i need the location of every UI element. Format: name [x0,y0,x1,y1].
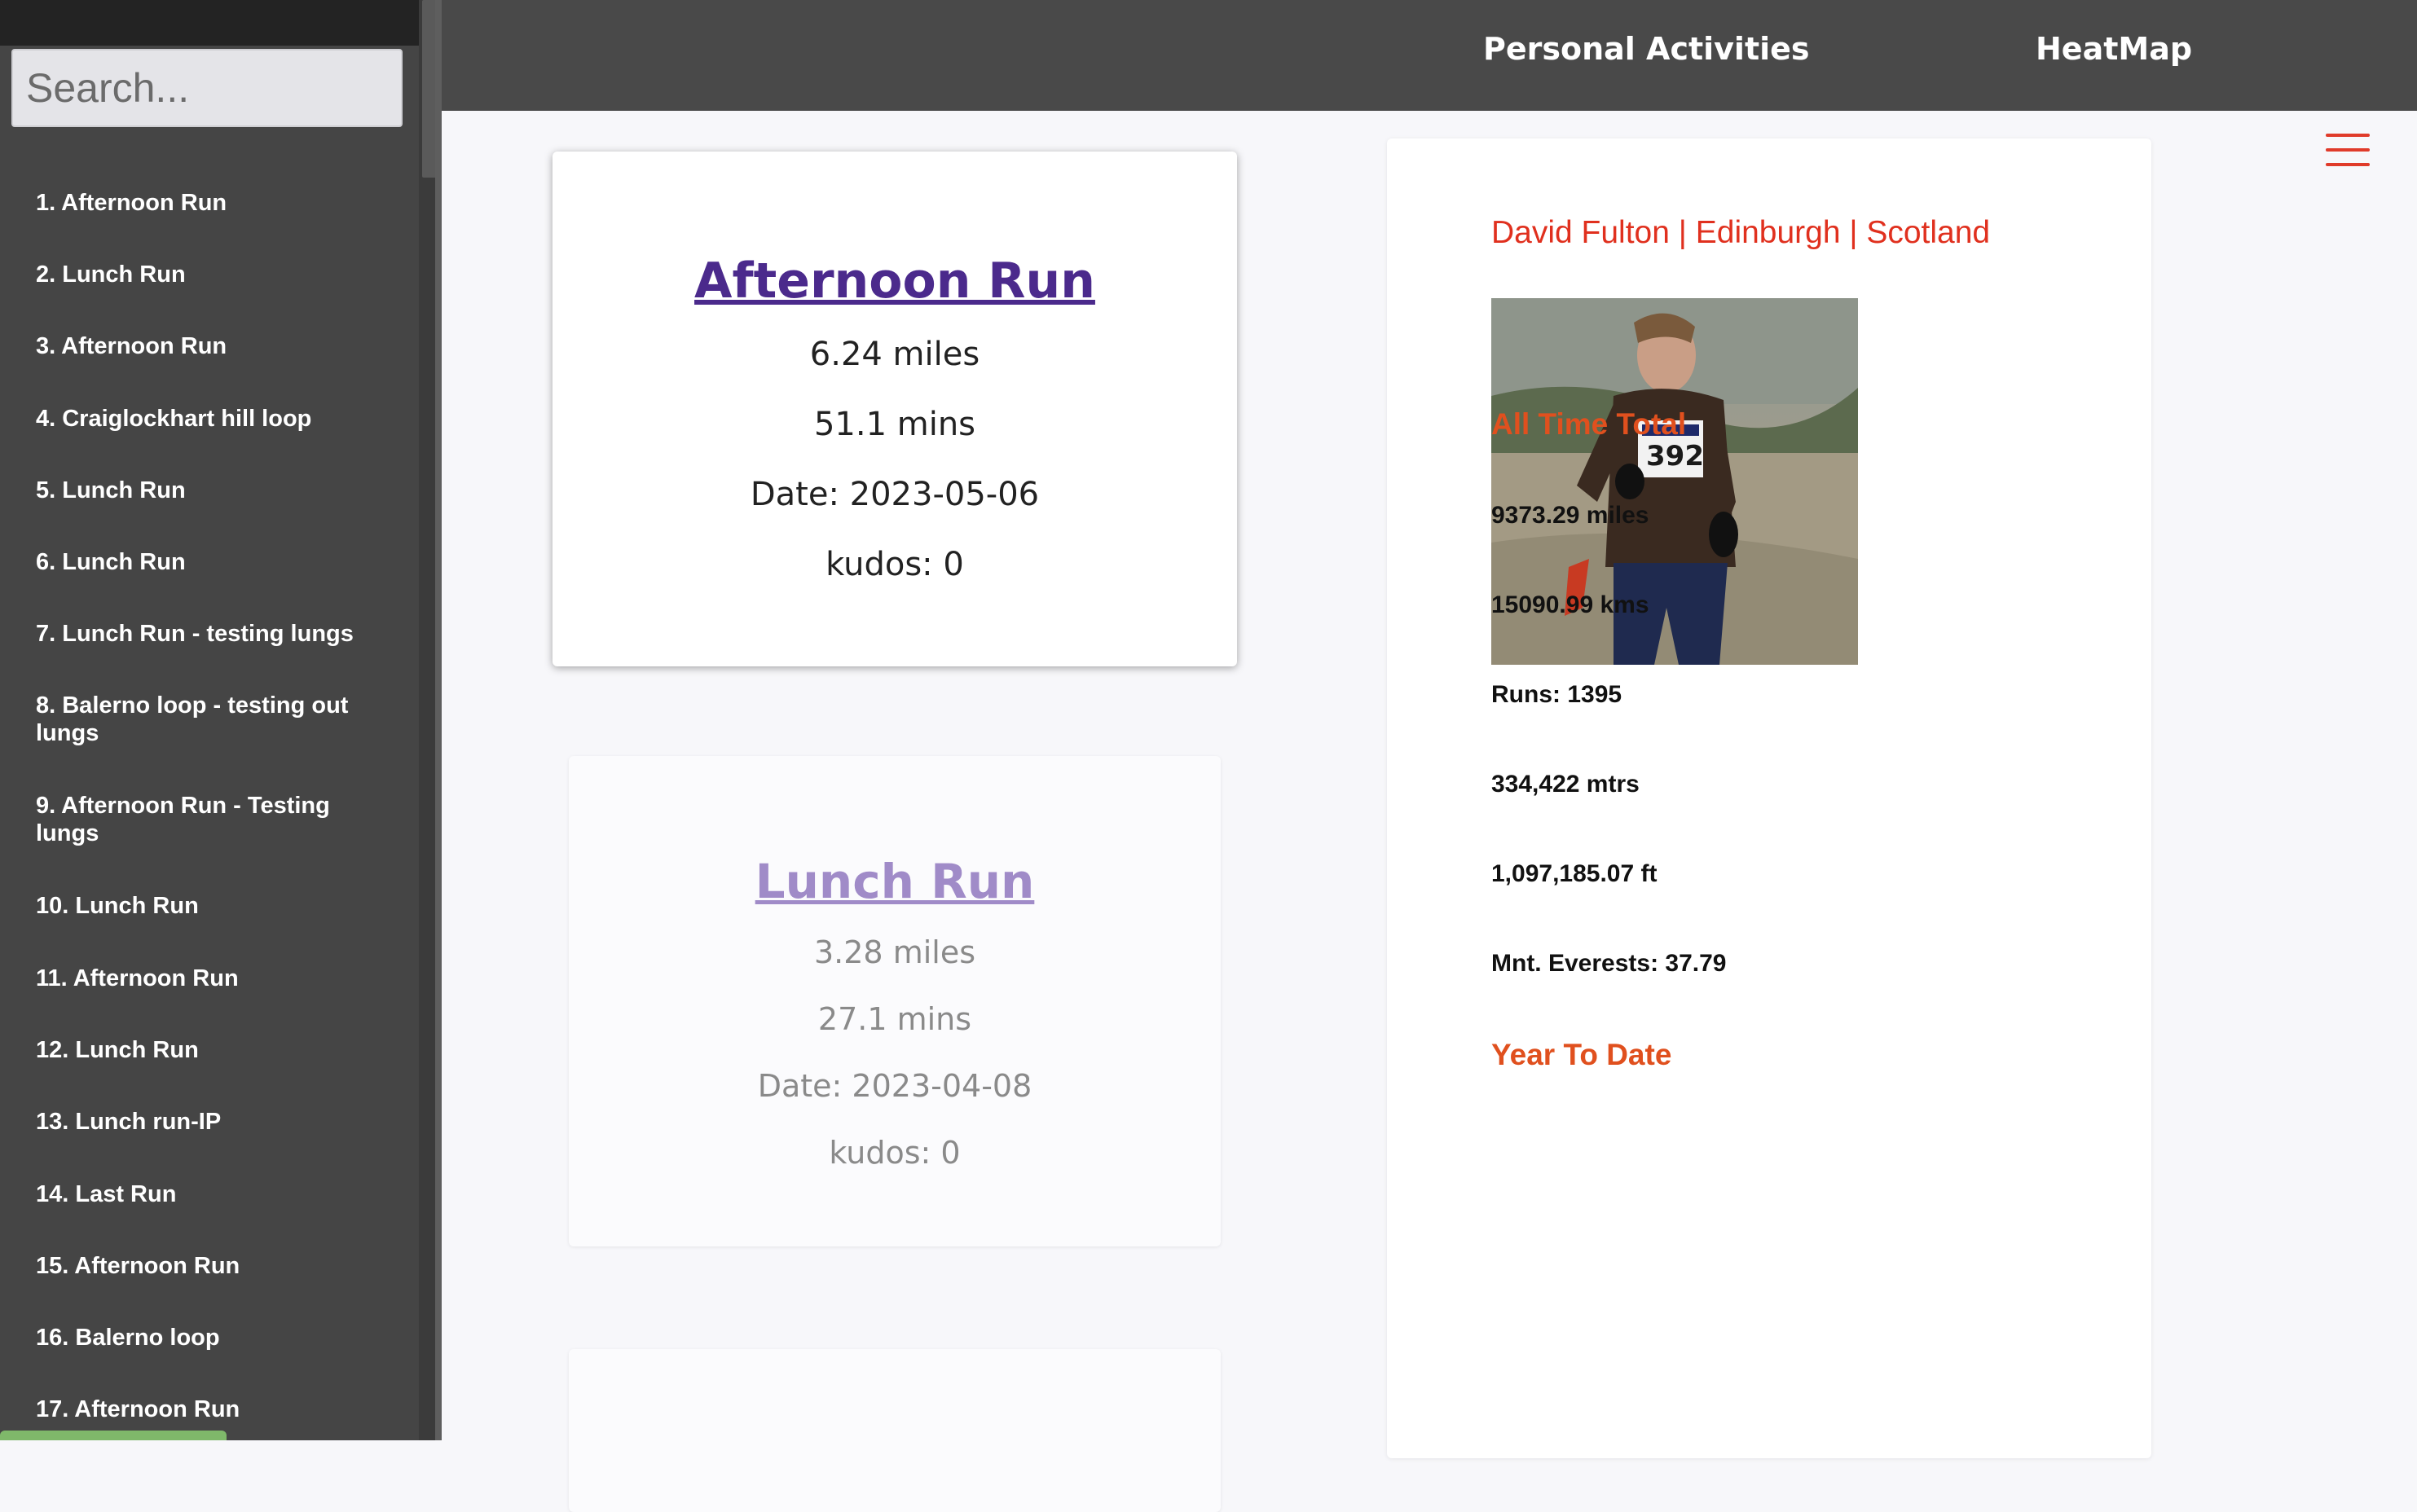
sidebar-header [0,0,419,46]
year-to-date-heading: Year To Date [1491,1038,1672,1071]
activity-title-link[interactable]: Afternoon Run [553,253,1237,310]
search-input[interactable] [11,49,403,127]
activity-date: Date: 2023-04-08 [757,1068,1032,1104]
sidebar-item-run[interactable]: 3. Afternoon Run [36,332,386,360]
sidebar-item-run[interactable]: 13. Lunch run-IP [36,1108,386,1136]
sidebar-item-run[interactable]: 2. Lunch Run [36,261,386,288]
total-elevation-mtrs: 334,422 mtrs [1491,771,1640,798]
nav-personal-activities[interactable]: Personal Activities [1483,31,1810,67]
sidebar-item-run[interactable]: 9. Afternoon Run - Testing lungs [36,792,386,847]
sidebar-divider [435,0,442,1440]
activity-duration: 51.1 mins [813,406,976,443]
activity-date: Date: 2023-05-06 [750,476,1040,513]
top-nav: Personal Activities HeatMap [442,0,2417,111]
sidebar-item-run[interactable]: 15. Afternoon Run [36,1252,386,1280]
activity-title-link[interactable]: Lunch Run [569,854,1221,909]
sidebar-item-run[interactable]: 1. Afternoon Run [36,189,386,217]
total-elevation-ft: 1,097,185.07 ft [1491,860,1658,887]
activity-kudos: kudos: 0 [825,546,964,583]
sidebar-item-run[interactable]: 10. Lunch Run [36,892,386,920]
sidebar-item-run[interactable]: 4. Craiglockhart hill loop [36,405,386,433]
all-time-total-heading: All Time Total [1491,407,1687,441]
activity-card: Lunch Run 3.28 miles 27.1 mins Date: 202… [569,756,1221,1246]
activity-kudos: kudos: 0 [829,1135,961,1171]
activity-card: Afternoon Run 6.24 miles 51.1 mins Date:… [553,152,1237,666]
total-miles: 9373.29 miles [1491,502,1649,529]
total-everests: Mnt. Everests: 37.79 [1491,950,1727,977]
sidebar-footer-bar [0,1431,227,1440]
activity-card [569,1349,1221,1512]
svg-text:392: 392 [1646,440,1704,472]
sidebar-item-run[interactable]: 12. Lunch Run [36,1036,386,1064]
sidebar-item-run[interactable]: 17. Afternoon Run [36,1396,386,1423]
total-kms: 15090.99 kms [1491,591,1649,618]
total-runs: Runs: 1395 [1491,681,1622,708]
sidebar-item-run[interactable]: 14. Last Run [36,1180,386,1208]
activity-duration: 27.1 mins [817,1001,972,1037]
sidebar-item-run[interactable]: 11. Afternoon Run [36,965,386,992]
profile-panel: David Fulton | Edinburgh | Scotland 392 … [1387,138,2151,1458]
sidebar-item-run[interactable]: 6. Lunch Run [36,548,386,576]
sidebar-item-run[interactable]: 8. Balerno loop - testing out lungs [36,692,386,747]
nav-heatmap[interactable]: HeatMap [2036,31,2192,67]
activity-distance: 6.24 miles [809,336,980,373]
profile-name: David Fulton | Edinburgh | Scotland [1491,215,1991,250]
sidebar-item-run[interactable]: 7. Lunch Run - testing lungs [36,620,386,648]
sidebar-item-run[interactable]: 5. Lunch Run [36,477,386,504]
sidebar: 1. Afternoon Run 2. Lunch Run 3. Afterno… [0,0,419,1440]
activity-distance: 3.28 miles [814,934,975,970]
hamburger-menu-icon[interactable] [2326,134,2370,166]
sidebar-item-run[interactable]: 16. Balerno loop [36,1324,386,1352]
